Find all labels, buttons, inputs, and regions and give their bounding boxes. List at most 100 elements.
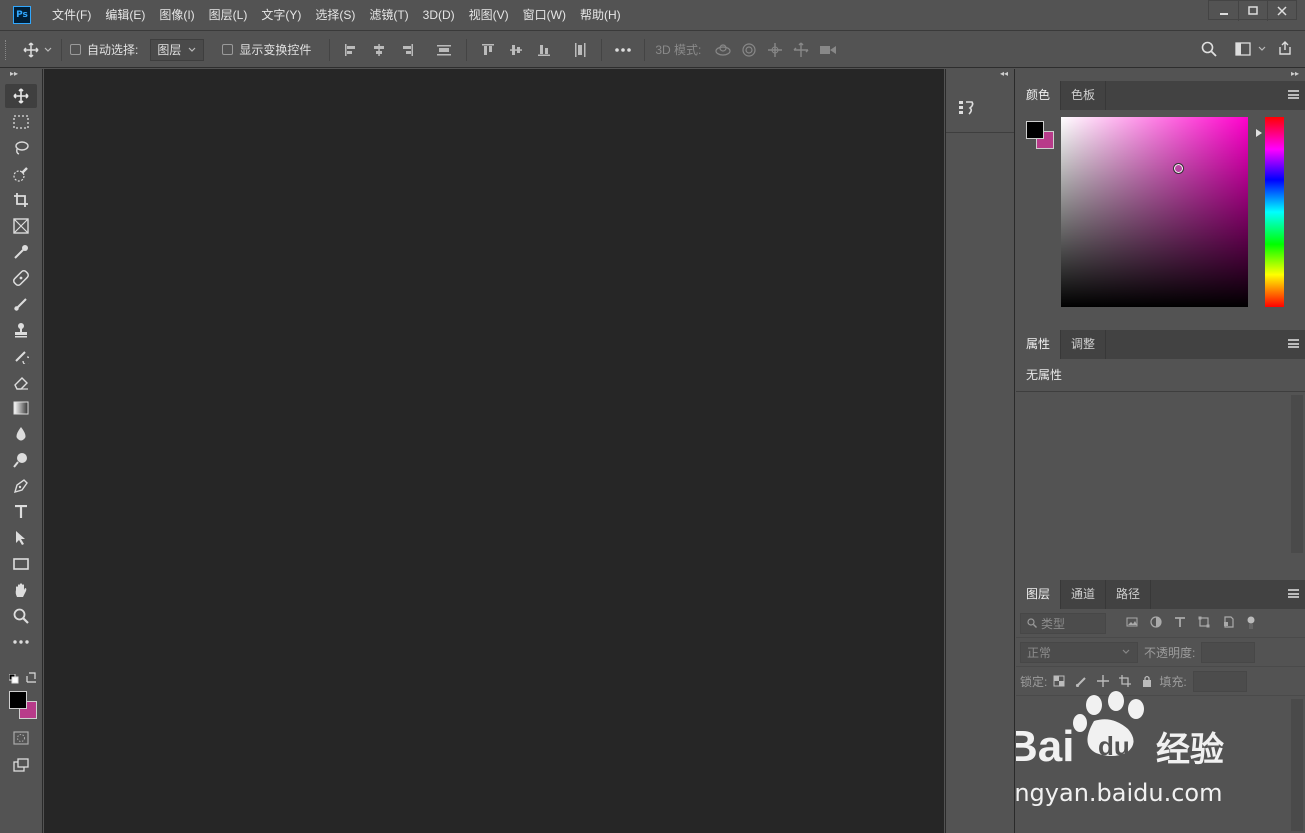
frame-tool[interactable] bbox=[5, 214, 37, 238]
lock-pixels-icon[interactable] bbox=[1075, 675, 1087, 687]
menu-3d[interactable]: 3D(D) bbox=[416, 0, 462, 31]
rectangle-tool[interactable] bbox=[5, 552, 37, 576]
menu-window[interactable]: 窗口(W) bbox=[516, 0, 573, 31]
gradient-tool[interactable] bbox=[5, 396, 37, 420]
3d-orbit-icon[interactable] bbox=[715, 43, 731, 57]
minimize-button[interactable] bbox=[1209, 1, 1238, 21]
quick-selection-tool[interactable] bbox=[5, 162, 37, 186]
tab-properties[interactable]: 属性 bbox=[1016, 330, 1062, 359]
panel-menu-icon[interactable] bbox=[1288, 90, 1299, 99]
menu-type[interactable]: 文字(Y) bbox=[254, 0, 308, 31]
history-icon[interactable] bbox=[958, 99, 976, 115]
pen-tool[interactable] bbox=[5, 474, 37, 498]
align-right-icon[interactable] bbox=[400, 43, 414, 57]
align-top-icon[interactable] bbox=[481, 43, 495, 57]
align-bottom-icon[interactable] bbox=[537, 43, 551, 57]
tab-layers[interactable]: 图层 bbox=[1016, 580, 1062, 609]
document-canvas-area[interactable] bbox=[44, 69, 944, 833]
menu-edit[interactable]: 编辑(E) bbox=[98, 0, 152, 31]
hand-tool[interactable] bbox=[5, 578, 37, 602]
menu-image[interactable]: 图像(I) bbox=[152, 0, 201, 31]
lock-position-icon[interactable] bbox=[1097, 675, 1110, 687]
move-tool-preset[interactable] bbox=[23, 41, 53, 58]
more-options-button[interactable] bbox=[614, 47, 632, 53]
type-filter-icon[interactable] bbox=[1174, 616, 1186, 628]
3d-roll-icon[interactable] bbox=[741, 42, 757, 58]
smart-object-filter-icon[interactable] bbox=[1222, 616, 1234, 628]
distribute-horizontal-icon[interactable] bbox=[573, 42, 587, 58]
history-brush-tool[interactable] bbox=[5, 344, 37, 368]
show-transform-checkbox[interactable] bbox=[222, 44, 234, 55]
align-center-v-icon[interactable] bbox=[509, 43, 523, 57]
default-colors-icon[interactable] bbox=[8, 673, 19, 687]
eraser-tool[interactable] bbox=[5, 370, 37, 394]
type-tool[interactable] bbox=[5, 500, 37, 524]
crop-tool[interactable] bbox=[5, 188, 37, 212]
foreground-color-chip[interactable] bbox=[1026, 121, 1044, 139]
share-button[interactable] bbox=[1277, 40, 1293, 56]
align-left-icon[interactable] bbox=[344, 43, 358, 57]
foreground-color-swatch[interactable] bbox=[9, 691, 27, 709]
move-tool[interactable] bbox=[5, 84, 37, 108]
lasso-tool[interactable] bbox=[5, 136, 37, 160]
opacity-input[interactable] bbox=[1201, 641, 1256, 663]
hue-slider[interactable] bbox=[1265, 117, 1284, 307]
distribute-vertical-icon[interactable] bbox=[436, 43, 452, 57]
align-center-h-icon[interactable] bbox=[372, 43, 386, 57]
panel-menu-icon[interactable] bbox=[1288, 339, 1299, 348]
blend-mode-dropdown[interactable]: 正常 bbox=[1020, 641, 1138, 663]
brush-tool[interactable] bbox=[5, 292, 37, 316]
swap-colors-icon[interactable] bbox=[26, 672, 37, 686]
clone-stamp-tool[interactable] bbox=[5, 318, 37, 342]
color-cursor[interactable] bbox=[1173, 163, 1184, 174]
menu-view[interactable]: 视图(V) bbox=[462, 0, 516, 31]
tab-swatches[interactable]: 色板 bbox=[1061, 81, 1107, 110]
adjustment-filter-icon[interactable] bbox=[1150, 616, 1162, 628]
path-selection-tool[interactable] bbox=[5, 526, 37, 550]
expand-dock-icon[interactable]: ◂◂ bbox=[946, 69, 1014, 81]
3d-mode-label: 3D 模式: bbox=[655, 43, 702, 57]
pixel-filter-icon[interactable] bbox=[1126, 616, 1138, 628]
hue-marker-icon[interactable] bbox=[1256, 129, 1262, 137]
saturation-brightness-field[interactable] bbox=[1061, 117, 1248, 307]
layer-filter-dropdown[interactable]: 类型 bbox=[1020, 612, 1106, 634]
filter-toggle-icon[interactable] bbox=[1246, 616, 1256, 630]
panel-menu-icon[interactable] bbox=[1288, 589, 1299, 598]
auto-select-dropdown[interactable]: 图层 bbox=[150, 38, 205, 61]
maximize-button[interactable] bbox=[1238, 1, 1267, 21]
screen-mode-button[interactable] bbox=[5, 753, 37, 777]
menu-select[interactable]: 选择(S) bbox=[308, 0, 362, 31]
collapse-toolbar-icon[interactable]: ▸▸ bbox=[0, 69, 42, 83]
tab-paths[interactable]: 路径 bbox=[1106, 580, 1152, 609]
menu-layer[interactable]: 图层(L) bbox=[202, 0, 255, 31]
lock-artboard-icon[interactable] bbox=[1119, 675, 1132, 687]
dodge-tool[interactable] bbox=[5, 448, 37, 472]
workspace-switcher[interactable] bbox=[1235, 42, 1267, 56]
healing-brush-tool[interactable] bbox=[5, 266, 37, 290]
lock-all-icon[interactable] bbox=[1141, 675, 1153, 687]
3d-pan-icon[interactable] bbox=[767, 42, 783, 58]
tab-channels[interactable]: 通道 bbox=[1061, 580, 1107, 609]
eyedropper-tool[interactable] bbox=[5, 240, 37, 264]
menu-filter[interactable]: 滤镜(T) bbox=[362, 0, 415, 31]
blur-tool[interactable] bbox=[5, 422, 37, 446]
layers-scrollbar[interactable] bbox=[1291, 699, 1303, 831]
options-grip[interactable] bbox=[5, 39, 13, 60]
shape-filter-icon[interactable] bbox=[1198, 616, 1210, 628]
search-button[interactable] bbox=[1201, 41, 1217, 57]
lock-transparent-icon[interactable] bbox=[1053, 675, 1065, 687]
collapse-panels-icon[interactable]: ▸▸ bbox=[1016, 69, 1305, 81]
edit-toolbar-button[interactable] bbox=[5, 630, 37, 654]
menu-file[interactable]: 文件(F) bbox=[45, 0, 98, 31]
tab-color[interactable]: 颜色 bbox=[1016, 81, 1062, 110]
auto-select-checkbox[interactable] bbox=[70, 44, 81, 55]
quick-mask-button[interactable] bbox=[5, 726, 37, 750]
properties-scrollbar[interactable] bbox=[1291, 395, 1303, 553]
tab-adjustments[interactable]: 调整 bbox=[1061, 330, 1107, 359]
menu-help[interactable]: 帮助(H) bbox=[573, 0, 628, 31]
marquee-tool[interactable] bbox=[5, 110, 37, 134]
3d-slide-icon[interactable] bbox=[793, 42, 809, 58]
3d-scale-camera-icon[interactable] bbox=[819, 44, 837, 56]
zoom-tool[interactable] bbox=[5, 604, 37, 628]
close-button[interactable] bbox=[1267, 1, 1296, 21]
